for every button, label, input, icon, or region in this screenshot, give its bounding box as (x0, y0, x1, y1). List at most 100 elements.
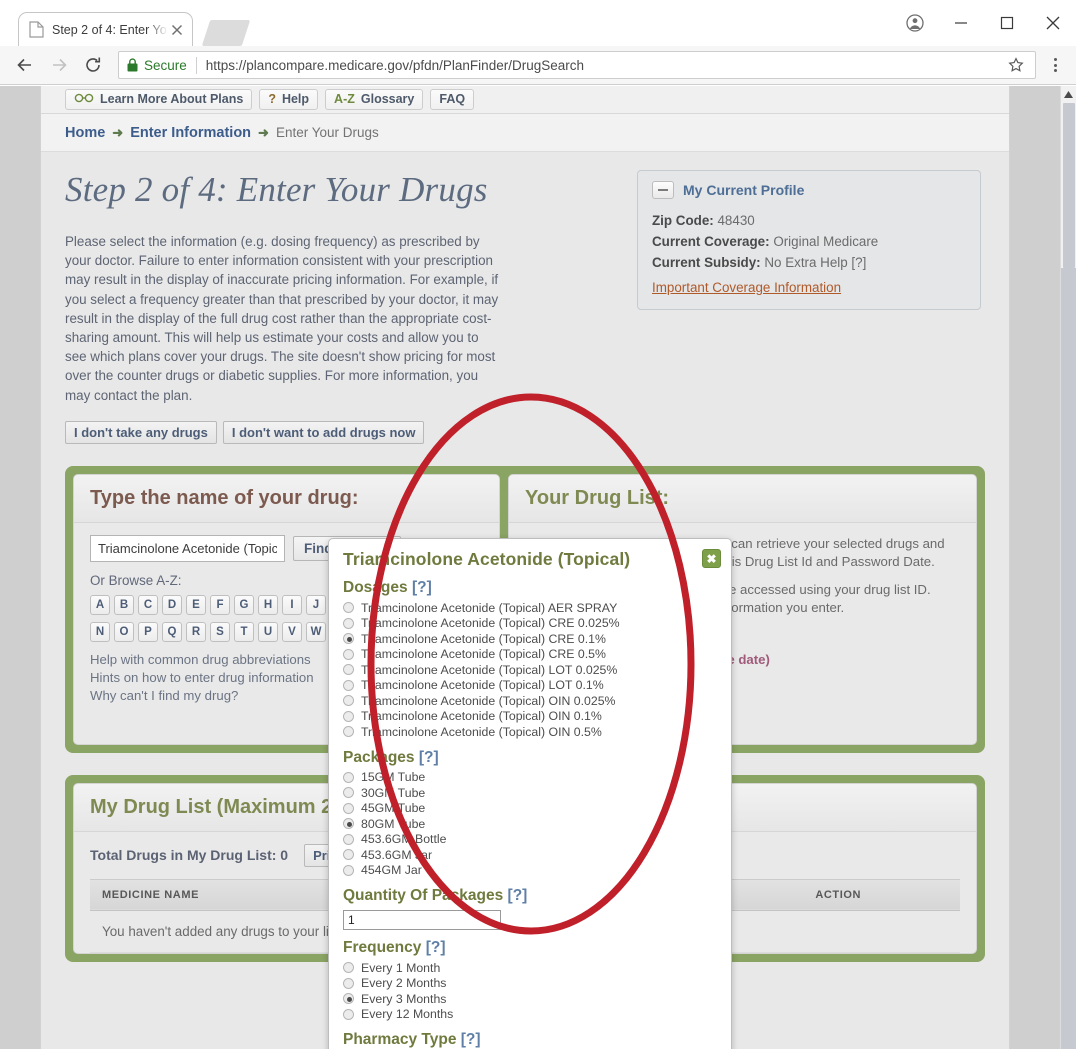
frequency-option-1[interactable]: Every 2 Months (343, 976, 717, 992)
az-letter-j[interactable]: J (306, 594, 326, 615)
radio-icon[interactable] (343, 833, 354, 845)
dosage-option-1[interactable]: Triamcinolone Acetonide (Topical) CRE 0.… (343, 616, 717, 632)
radio-icon[interactable] (343, 802, 354, 814)
radio-icon[interactable] (343, 726, 354, 738)
package-option-5[interactable]: 453.6GM Jar (343, 847, 717, 863)
package-option-2[interactable]: 45GM Tube (343, 801, 717, 817)
az-letter-o[interactable]: O (114, 621, 134, 642)
az-letter-s[interactable]: S (210, 621, 230, 642)
az-letter-d[interactable]: D (162, 594, 182, 615)
frequency-option-2[interactable]: Every 3 Months (343, 991, 717, 1007)
profile-subsidy-label: Current Subsidy: (652, 255, 761, 270)
az-letter-t[interactable]: T (234, 621, 254, 642)
radio-icon-selected[interactable] (343, 818, 354, 830)
learn-more-button[interactable]: Learn More About Plans (65, 89, 253, 110)
radio-icon[interactable] (343, 617, 354, 629)
browser-tab[interactable]: Step 2 of 4: Enter Your D (18, 12, 193, 46)
package-option-6[interactable]: 454GM Jar (343, 863, 717, 879)
add-drugs-later-button[interactable]: I don't want to add drugs now (222, 420, 425, 444)
new-tab-icon[interactable] (201, 20, 251, 46)
back-arrow-icon[interactable] (8, 50, 42, 80)
close-icon[interactable]: ✖ (702, 549, 721, 568)
package-option-3[interactable]: 80GM Tube (343, 816, 717, 832)
package-option-0[interactable]: 15GM Tube (343, 770, 717, 786)
package-option-1[interactable]: 30GM Tube (343, 785, 717, 801)
dosage-option-0[interactable]: Triamcinolone Acetonide (Topical) AER SP… (343, 600, 717, 616)
az-letter-g[interactable]: G (234, 594, 254, 615)
az-letter-n[interactable]: N (90, 621, 110, 642)
close-icon[interactable] (168, 21, 186, 39)
dosage-option-6[interactable]: Triamcinolone Acetonide (Topical) OIN 0.… (343, 693, 717, 709)
az-letter-i[interactable]: I (282, 594, 302, 615)
az-letter-u[interactable]: U (258, 621, 278, 642)
radio-icon[interactable] (343, 664, 354, 676)
radio-icon[interactable] (343, 849, 354, 861)
az-letter-r[interactable]: R (186, 621, 206, 642)
radio-icon[interactable] (343, 977, 354, 989)
breadcrumb-enter-information[interactable]: Enter Information (130, 125, 251, 141)
no-drugs-button[interactable]: I don't take any drugs (65, 420, 217, 444)
az-letter-f[interactable]: F (210, 594, 230, 615)
important-coverage-link[interactable]: Important Coverage Information (652, 280, 841, 295)
dosage-option-3[interactable]: Triamcinolone Acetonide (Topical) CRE 0.… (343, 647, 717, 663)
radio-icon[interactable] (343, 710, 354, 722)
radio-icon[interactable] (343, 648, 354, 660)
address-bar[interactable]: Secure https://plancompare.medicare.gov/… (118, 51, 1036, 79)
dosages-help-icon[interactable]: [?] (412, 579, 432, 596)
reload-icon[interactable] (76, 50, 110, 80)
scroll-up-arrow-icon[interactable] (1061, 86, 1076, 103)
packages-help-icon[interactable]: [?] (419, 749, 439, 766)
az-letter-w[interactable]: W (306, 621, 326, 642)
faq-button[interactable]: FAQ (430, 89, 475, 110)
az-letter-h[interactable]: H (258, 594, 278, 615)
scrollbar-thumb[interactable] (1063, 103, 1075, 268)
az-letter-b[interactable]: B (114, 594, 134, 615)
bookmark-star-icon[interactable] (1005, 57, 1027, 73)
frequency-label-0: Every 1 Month (361, 960, 441, 975)
az-letter-p[interactable]: P (138, 621, 158, 642)
az-letter-a[interactable]: A (90, 594, 110, 615)
radio-icon[interactable] (343, 864, 354, 876)
dosage-option-5[interactable]: Triamcinolone Acetonide (Topical) LOT 0.… (343, 678, 717, 694)
az-letter-q[interactable]: Q (162, 621, 182, 642)
radio-icon-selected[interactable] (343, 993, 354, 1005)
maximize-button[interactable] (984, 0, 1030, 46)
help-button[interactable]: ? Help (259, 89, 319, 110)
radio-icon[interactable] (343, 679, 354, 691)
frequency-option-0[interactable]: Every 1 Month (343, 960, 717, 976)
radio-icon[interactable] (343, 962, 354, 974)
az-letter-e[interactable]: E (186, 594, 206, 615)
dosage-label-0: Triamcinolone Acetonide (Topical) AER SP… (361, 600, 618, 615)
close-window-button[interactable] (1030, 0, 1076, 46)
dosage-option-2[interactable]: Triamcinolone Acetonide (Topical) CRE 0.… (343, 631, 717, 647)
three-dots-menu-icon[interactable] (1042, 58, 1068, 72)
glossary-button[interactable]: A-Z Glossary (325, 89, 424, 110)
page-scrollbar[interactable] (1060, 86, 1076, 1049)
account-icon[interactable] (892, 0, 938, 46)
minimize-button[interactable] (938, 0, 984, 46)
dosage-option-7[interactable]: Triamcinolone Acetonide (Topical) OIN 0.… (343, 709, 717, 725)
dosage-option-8[interactable]: Triamcinolone Acetonide (Topical) OIN 0.… (343, 724, 717, 740)
frequency-help-icon[interactable]: [?] (426, 939, 446, 956)
dosage-label-1: Triamcinolone Acetonide (Topical) CRE 0.… (361, 616, 620, 631)
pharmacy-type-help-icon[interactable]: [?] (461, 1031, 481, 1048)
package-option-4[interactable]: 453.6GM Bottle (343, 832, 717, 848)
minus-icon[interactable] (652, 181, 674, 199)
frequency-label-1: Every 2 Months (361, 976, 447, 991)
radio-icon[interactable] (343, 771, 354, 783)
drug-search-input[interactable] (90, 534, 285, 562)
radio-icon-selected[interactable] (343, 633, 354, 645)
radio-icon[interactable] (343, 1008, 354, 1020)
quantity-input[interactable] (343, 910, 501, 930)
scrollbar-track[interactable] (1061, 268, 1076, 1049)
dosage-option-4[interactable]: Triamcinolone Acetonide (Topical) LOT 0.… (343, 662, 717, 678)
breadcrumb-home[interactable]: Home (65, 125, 105, 141)
frequency-option-3[interactable]: Every 12 Months (343, 1007, 717, 1023)
quantity-help-icon[interactable]: [?] (508, 887, 528, 904)
az-letter-v[interactable]: V (282, 621, 302, 642)
az-letter-c[interactable]: C (138, 594, 158, 615)
radio-icon[interactable] (343, 602, 354, 614)
packages-label: Packages (343, 748, 415, 766)
radio-icon[interactable] (343, 787, 354, 799)
radio-icon[interactable] (343, 695, 354, 707)
